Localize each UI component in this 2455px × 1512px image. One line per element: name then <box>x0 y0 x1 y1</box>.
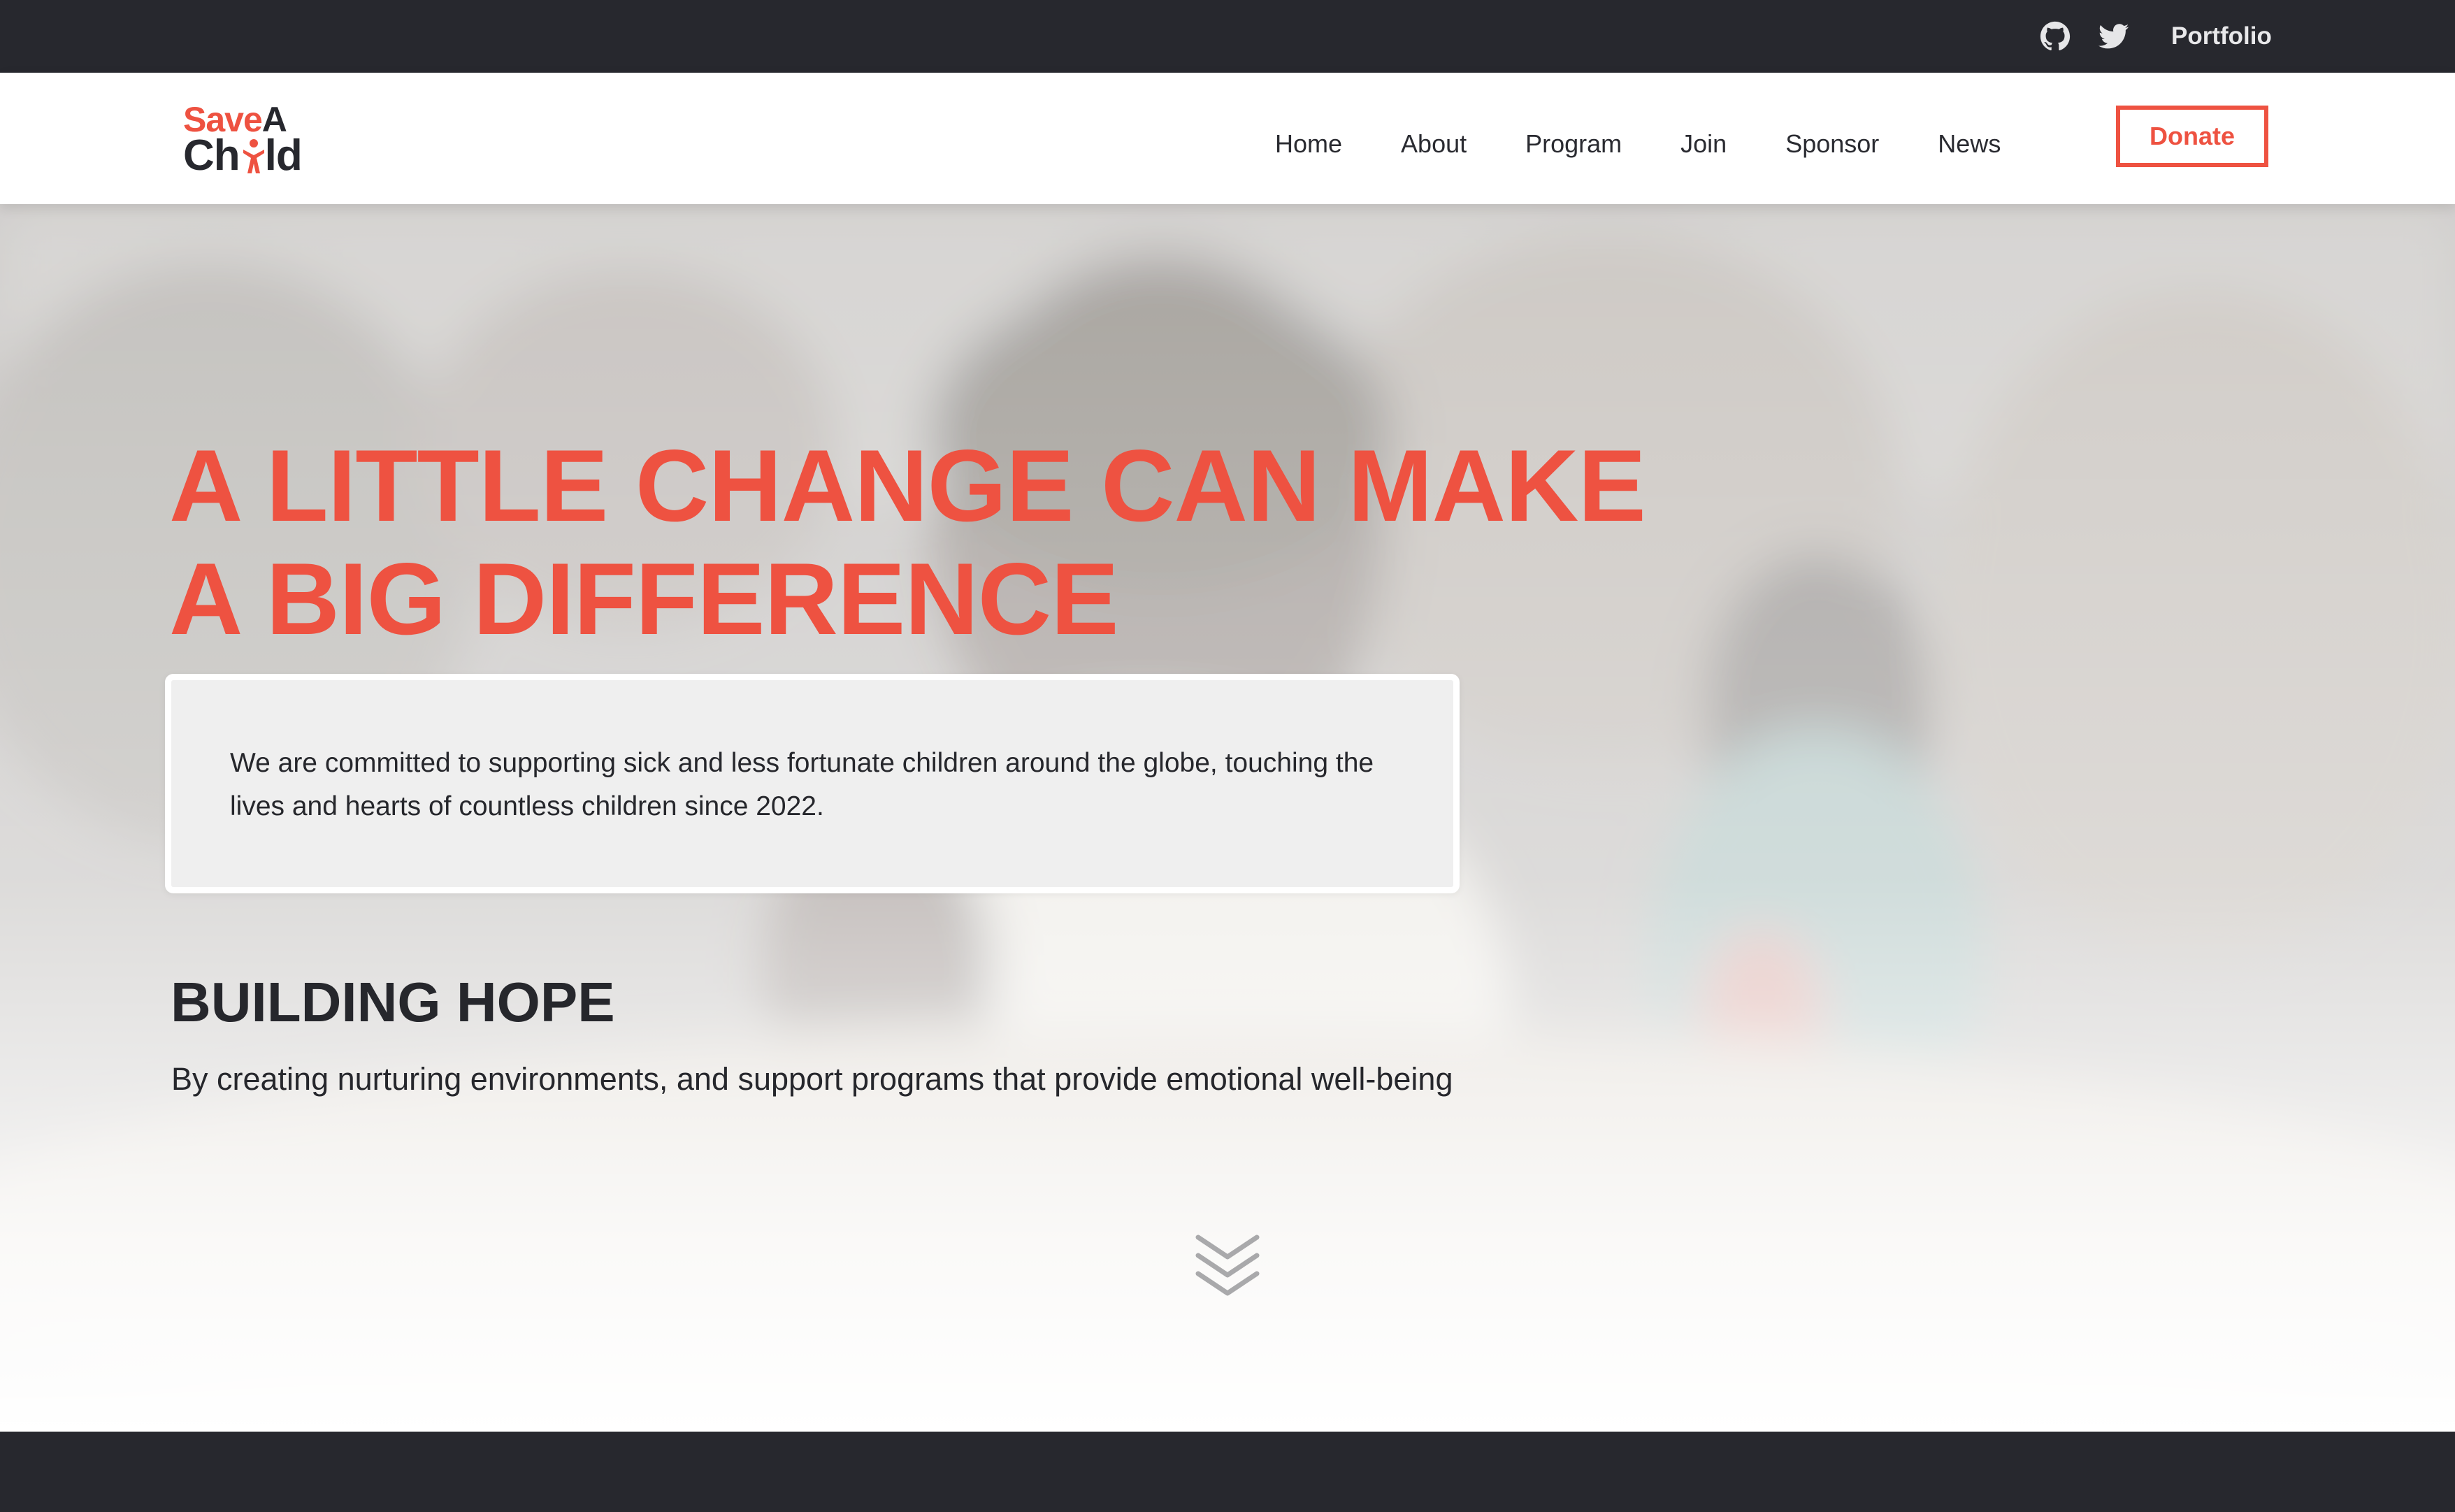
child-figure-icon <box>242 138 266 175</box>
donate-button[interactable]: Donate <box>2116 106 2268 167</box>
nav-item-sponsor[interactable]: Sponsor <box>1785 123 1879 165</box>
twitter-icon[interactable] <box>2098 21 2129 52</box>
portfolio-link[interactable]: Portfolio <box>2171 18 2272 55</box>
top-bar: Portfolio <box>0 0 2455 73</box>
logo-word-ld: ld <box>264 131 303 180</box>
building-hope-text: By creating nurturing environments, and … <box>171 1061 1453 1097</box>
nav-item-join[interactable]: Join <box>1680 123 1727 165</box>
mission-card: We are committed to supporting sick and … <box>165 674 1460 893</box>
mission-statement: We are committed to supporting sick and … <box>230 748 1374 821</box>
nav-item-home[interactable]: Home <box>1275 123 1342 165</box>
logo-word-ch: Ch <box>183 131 240 180</box>
save-a-child-logo[interactable]: SaveA Ch ld <box>183 99 323 178</box>
nav-item-about[interactable]: About <box>1401 123 1467 165</box>
github-icon[interactable] <box>2040 21 2071 52</box>
hero-headline-line-2: A BIG DIFFERENCE <box>169 542 1119 656</box>
hero-headline: A LITTLE CHANGE CAN MAKE A BIG DIFFERENC… <box>169 429 1646 656</box>
nav-menu: Home About Program Join Sponsor News <box>1275 123 2001 165</box>
hero-headline-line-1: A LITTLE CHANGE CAN MAKE <box>169 429 1646 542</box>
building-hope-heading: BUILDING HOPE <box>171 971 615 1033</box>
double-chevron-down-icon[interactable] <box>1191 1232 1264 1299</box>
nav-item-news[interactable]: News <box>1938 123 2001 165</box>
main-navbar: SaveA Ch ld Home About Program Join Spons… <box>0 73 2455 204</box>
hero-section: A LITTLE CHANGE CAN MAKE A BIG DIFFERENC… <box>0 204 2455 1432</box>
footer-bar <box>0 1432 2455 1512</box>
nav-item-program[interactable]: Program <box>1525 123 1622 165</box>
